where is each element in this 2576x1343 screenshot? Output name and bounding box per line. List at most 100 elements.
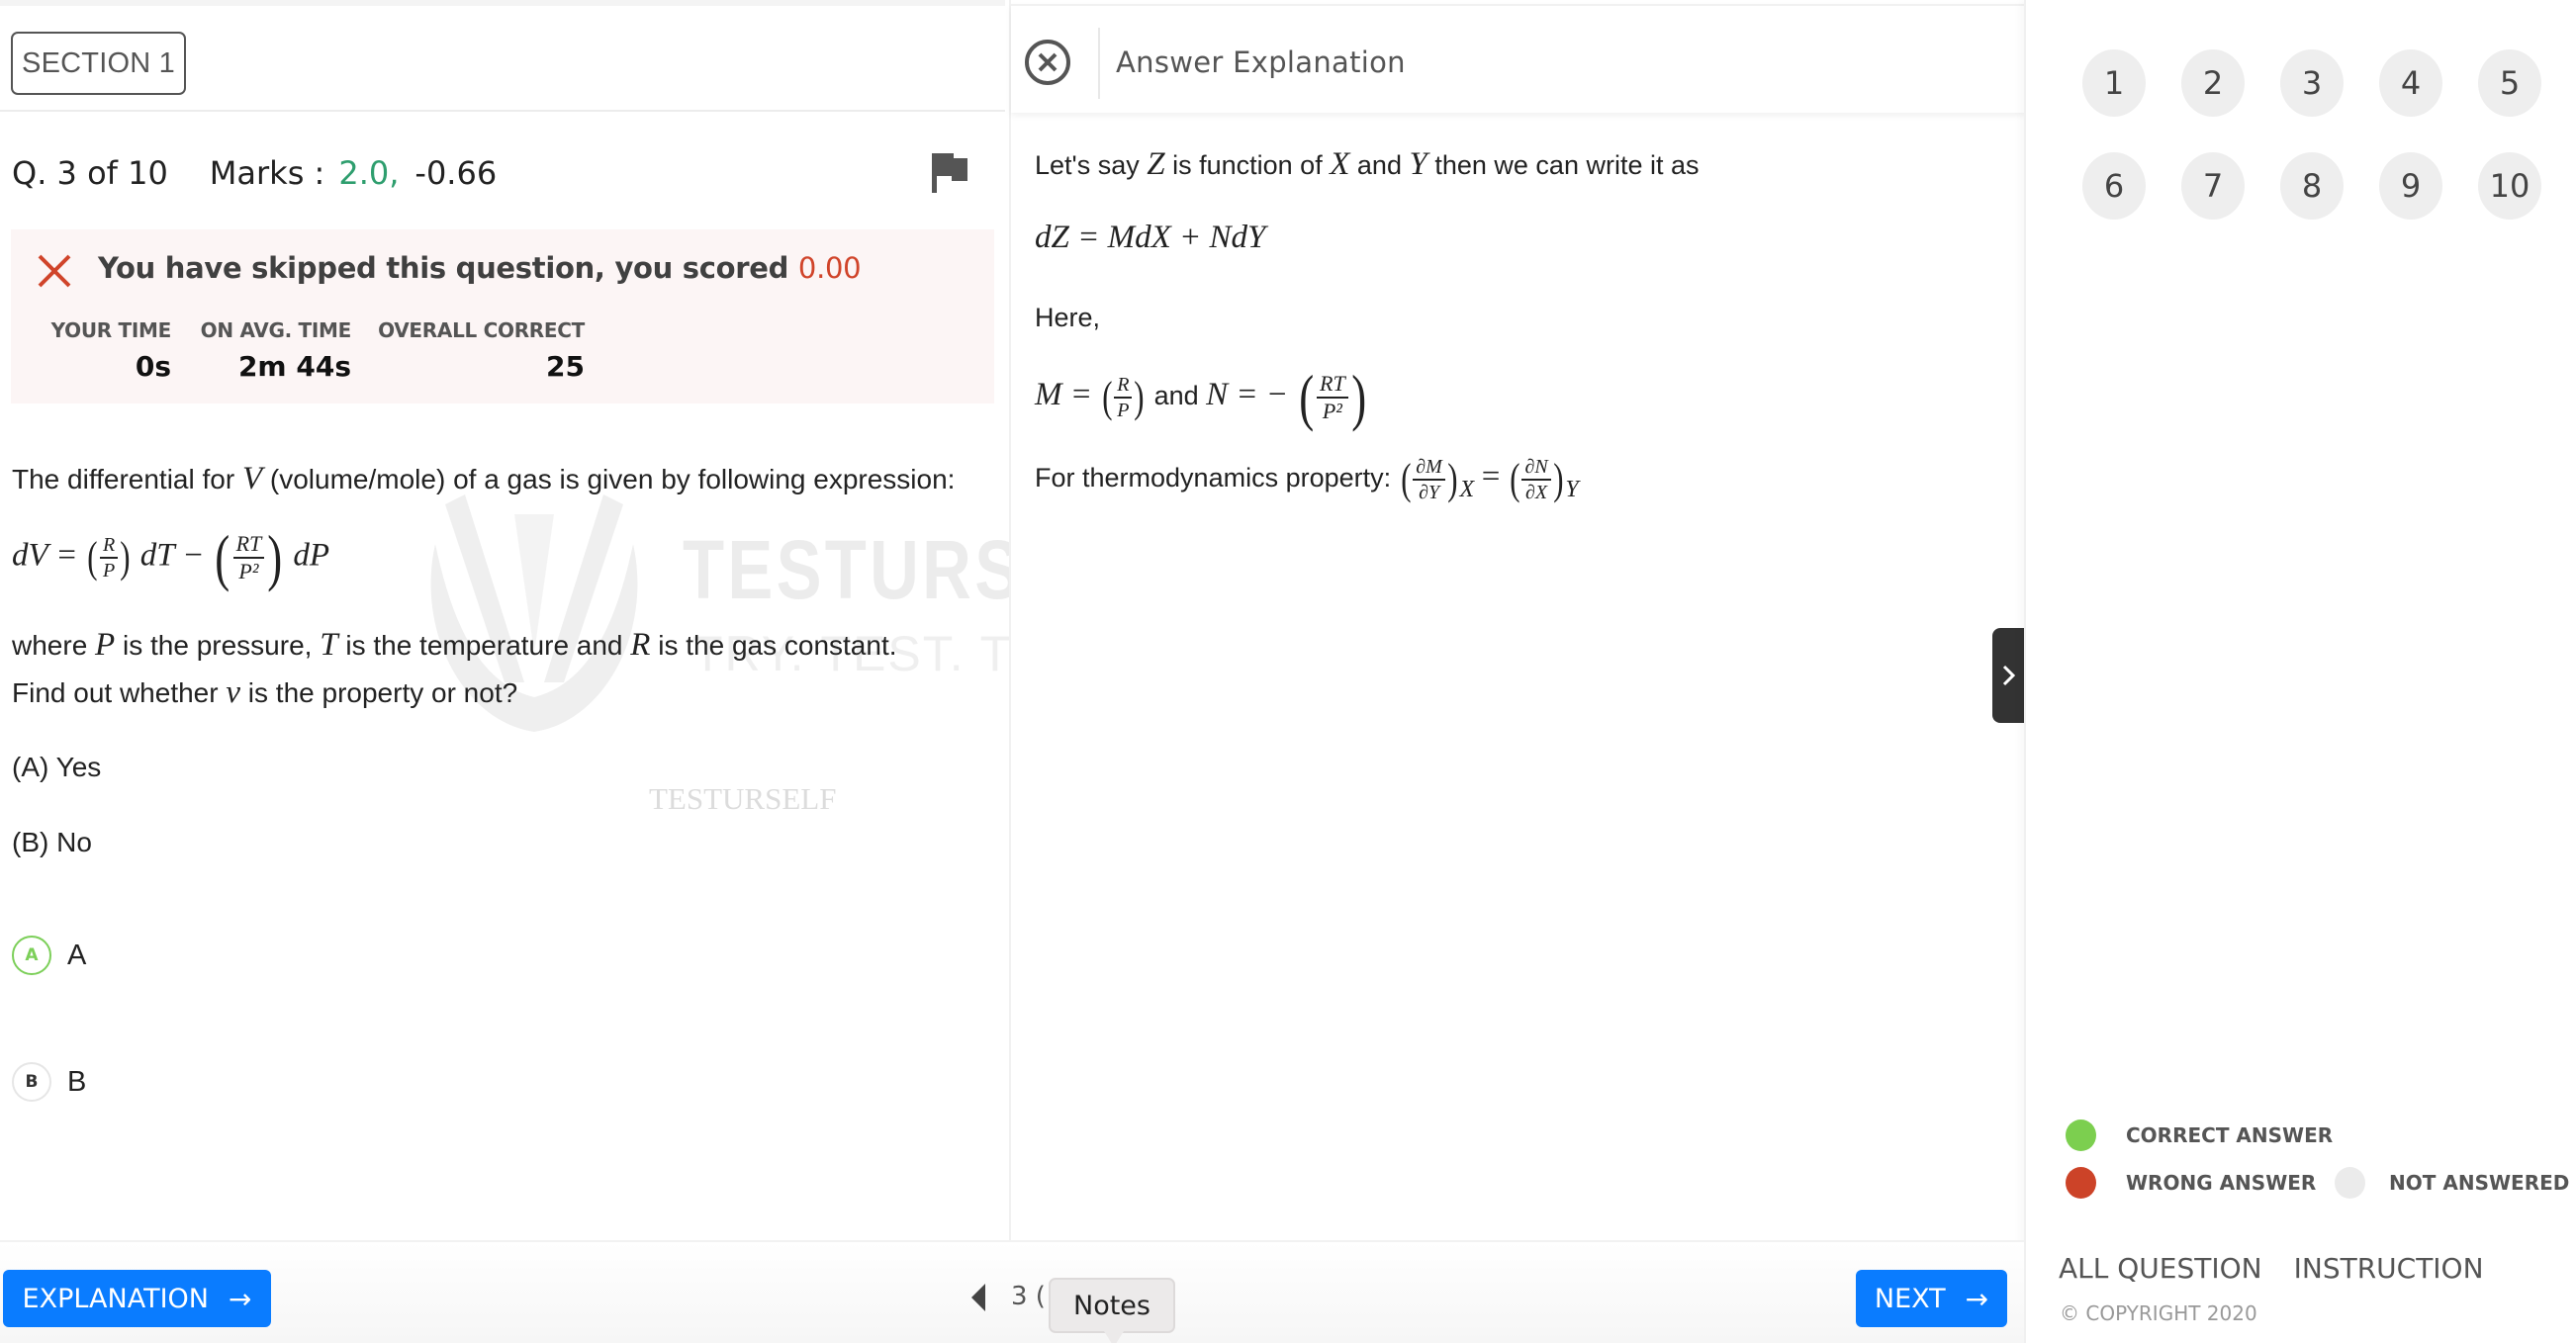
option-b-text: (B) No	[12, 827, 92, 857]
all-question-link[interactable]: ALL QUESTION	[2059, 1252, 2262, 1285]
close-explanation-button[interactable]	[1025, 40, 1070, 85]
numerator: R	[1114, 375, 1133, 399]
instruction-link[interactable]: INSTRUCTION	[2294, 1252, 2484, 1285]
paren: )	[1447, 455, 1458, 503]
question-nav-1[interactable]: 1	[2082, 49, 2146, 117]
text: then we can write it as	[1434, 150, 1700, 180]
math-term: dP	[293, 537, 330, 574]
text: (volume/mole) of a gas is given by follo…	[269, 464, 956, 494]
section-button[interactable]: SECTION 1	[11, 32, 186, 95]
fraction: RT P²	[1317, 373, 1348, 422]
question-nav-9[interactable]: 9	[2379, 152, 2442, 220]
stat-value: 25	[546, 350, 585, 383]
result-message-text: You have skipped this question, you scor…	[98, 251, 789, 285]
denominator: ∂Y	[1419, 482, 1440, 503]
question-nav-2[interactable]: 2	[2181, 49, 2245, 117]
denominator: P	[103, 560, 116, 582]
marks-negative: -0.66	[414, 154, 498, 192]
text: is the property or not?	[247, 677, 518, 708]
math-var: V	[241, 461, 263, 496]
copyright: © COPYRIGHT 2020	[2060, 1301, 2257, 1325]
subscript: X	[1459, 477, 1475, 503]
legend-not-answered: NOT ANSWERED	[2335, 1167, 2569, 1199]
result-message: You have skipped this question, you scor…	[98, 251, 862, 285]
text: and	[1153, 381, 1199, 411]
question-find: Find out whether v is the property or no…	[12, 674, 517, 711]
question-intro: The differential for V (volume/mole) of …	[12, 461, 955, 497]
fraction: ∂M ∂Y	[1413, 457, 1445, 502]
paren: )	[267, 522, 283, 592]
next-button[interactable]: NEXT →	[1856, 1270, 2007, 1327]
question-nav-5[interactable]: 5	[2478, 49, 2541, 117]
chevron-right-icon	[2002, 665, 2015, 686]
choice-b[interactable]: B B	[12, 1062, 86, 1102]
question-where: where P is the pressure, T is the temper…	[12, 627, 897, 664]
notes-tooltip: Notes	[1049, 1278, 1175, 1343]
result-summary: You have skipped this question, you scor…	[11, 229, 994, 403]
marks-positive: 2.0,	[338, 154, 400, 192]
stat-value: 2m 44s	[237, 350, 351, 383]
legend-wrong: WRONG ANSWER	[2066, 1167, 2316, 1199]
question-nav-8[interactable]: 8	[2280, 152, 2344, 220]
math-term: dT −	[139, 537, 205, 574]
choice-b-label: B	[67, 1065, 87, 1098]
legend-dot-wrong	[2066, 1167, 2096, 1199]
text: is the pressure,	[123, 630, 313, 661]
legend-correct: CORRECT ANSWER	[2066, 1119, 2333, 1151]
text: is function of	[1172, 150, 1323, 180]
denominator: P²	[238, 559, 259, 583]
question-nav-7[interactable]: 7	[2181, 152, 2245, 220]
watermark-small: TESTURSELF	[649, 781, 837, 816]
paren: )	[120, 533, 131, 582]
math-var: Z	[1147, 146, 1165, 182]
legend-label: CORRECT ANSWER	[2126, 1123, 2334, 1147]
explanation-button-label: EXPLANATION	[22, 1283, 209, 1314]
denominator: P²	[1322, 399, 1342, 423]
stat-label: ON AVG. TIME	[200, 318, 352, 342]
question-grid: 1 2 3 4 5 6 7 8 9 10	[2082, 49, 2541, 220]
numerator: ∂N	[1521, 457, 1551, 481]
section-bar: SECTION 1	[0, 0, 1005, 112]
paren: (	[87, 533, 98, 582]
text: For thermodynamics property:	[1035, 463, 1392, 493]
math-var: R	[630, 627, 651, 663]
question-nav-4[interactable]: 4	[2379, 49, 2442, 117]
question-equation: dV = (R P) dT − (RT P²) dP	[12, 526, 329, 589]
fraction: RP	[1114, 375, 1133, 421]
denominator: P	[1117, 400, 1130, 421]
explanation-button[interactable]: EXPLANATION →	[3, 1270, 271, 1327]
next-button-label: NEXT	[1874, 1283, 1946, 1314]
math-var: P	[95, 627, 116, 663]
choice-a[interactable]: A A	[12, 936, 86, 975]
question-nav-10[interactable]: 10	[2478, 152, 2541, 220]
explanation-mn-definition: M = (R P) and N = − (RT P²)	[1035, 366, 1369, 429]
numerator: RT	[232, 533, 265, 559]
explanation-title: Answer Explanation	[1116, 45, 1406, 79]
equals: =	[1481, 459, 1501, 495]
legend-dot-not-answered	[2335, 1167, 2365, 1199]
prev-arrow-icon[interactable]	[971, 1284, 985, 1311]
question-number: Q. 3 of 10	[12, 154, 168, 192]
stat-label: YOUR TIME	[50, 318, 172, 342]
stat-avg-time: ON AVG. TIME 2m 44s	[193, 318, 352, 383]
question-nav-3[interactable]: 3	[2280, 49, 2344, 117]
collapse-panel-button[interactable]	[1992, 628, 2025, 723]
choice-a-label: A	[67, 939, 87, 971]
paren: )	[1552, 455, 1564, 503]
math-lhs: N = −	[1206, 377, 1289, 413]
subscript: Y	[1565, 477, 1579, 503]
text: The differential for	[12, 464, 235, 494]
stat-value: 0s	[135, 350, 171, 383]
question-panel: SECTION 1 Q. 3 of 10 Marks : 2.0, -0.66 …	[0, 0, 1145, 1240]
math-var: X	[1330, 146, 1350, 182]
arrow-right-icon: →	[228, 1282, 252, 1315]
flag-icon[interactable]	[932, 153, 969, 193]
stat-overall-correct: OVERALL CORRECT 25	[367, 318, 585, 383]
question-nav-6[interactable]: 6	[2082, 152, 2146, 220]
explanation-equation-dz: dZ = MdX + NdY	[1035, 220, 1266, 255]
wrong-x-icon	[37, 253, 72, 289]
text: where	[12, 630, 88, 661]
question-meta: Q. 3 of 10 Marks : 2.0, -0.66	[12, 154, 497, 192]
close-icon	[1038, 52, 1058, 72]
text: and	[1356, 150, 1402, 180]
